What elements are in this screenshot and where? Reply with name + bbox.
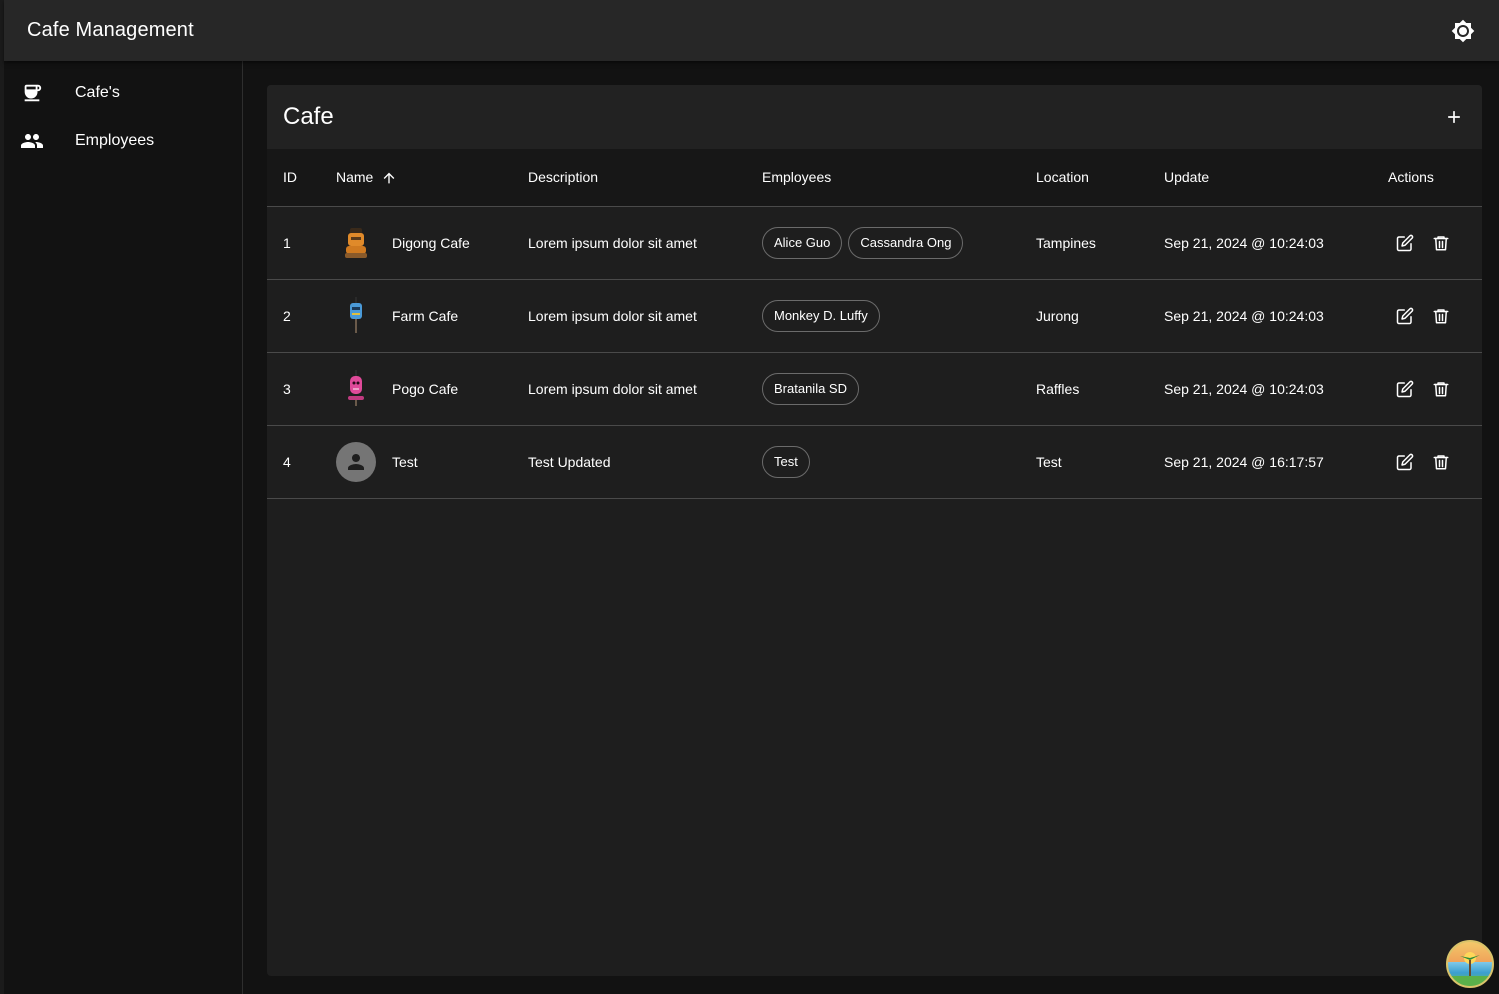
edit-icon (1396, 453, 1414, 470)
sidebar: Cafe's Employees (4, 61, 243, 994)
pink-robot-icon (336, 369, 376, 409)
cafe-table: ID Name Description Employees Location U… (267, 149, 1482, 499)
column-header-label: Employees (762, 169, 832, 186)
delete-button[interactable] (1429, 231, 1453, 255)
cell-employees: Alice Guo Cassandra Ong (762, 206, 1036, 280)
delete-button[interactable] (1429, 377, 1453, 401)
column-header-location[interactable]: Location (1036, 149, 1164, 207)
cafe-name: Test (392, 453, 418, 470)
cell-updated: Sep 21, 2024 @ 10:24:03 (1164, 279, 1388, 353)
column-header-label: Actions (1388, 169, 1434, 186)
cell-employees: Test (762, 425, 1036, 499)
cell-id: 2 (267, 279, 336, 353)
column-header-label: Name (336, 168, 374, 185)
cell-name: Farm Cafe (336, 279, 528, 353)
theme-toggle-button[interactable] (1451, 19, 1475, 43)
cell-updated: Sep 21, 2024 @ 10:24:03 (1164, 352, 1388, 426)
page-title: Cafe (283, 103, 334, 130)
edit-icon (1396, 380, 1414, 397)
person-avatar-icon (336, 441, 376, 482)
sidebar-item-label: Employees (75, 132, 155, 149)
cell-id: 4 (267, 425, 336, 499)
cell-id: 3 (267, 352, 336, 426)
employee-chip[interactable]: Monkey D. Luffy (762, 299, 880, 332)
people-icon (20, 129, 44, 153)
trash-icon (1433, 308, 1449, 323)
column-header-description[interactable]: Description (528, 149, 762, 207)
table-row: 1 Digong Cafe Lorem ipsum dolor sit amet… (267, 206, 1482, 280)
cell-name: Digong Cafe (336, 206, 528, 280)
edit-icon (1396, 234, 1414, 251)
blue-robot-icon (336, 296, 376, 336)
cell-actions (1388, 279, 1482, 353)
card-header: Cafe (267, 85, 1482, 149)
trash-icon (1433, 235, 1449, 250)
beach-avatar-icon (1448, 952, 1492, 986)
edit-icon (1396, 307, 1414, 324)
column-header-label: Update (1164, 169, 1210, 186)
delete-button[interactable] (1429, 450, 1453, 474)
cell-actions (1388, 352, 1482, 426)
employee-chip[interactable]: Cassandra Ong (848, 226, 964, 259)
cafe-card: Cafe ID Name Description Employees Locat… (267, 85, 1482, 976)
cell-employees: Bratanila SD (762, 352, 1036, 426)
cafe-name: Pogo Cafe (392, 380, 459, 397)
cell-actions (1388, 425, 1482, 499)
edit-button[interactable] (1393, 450, 1417, 474)
cell-description: Lorem ipsum dolor sit amet (528, 352, 762, 426)
column-header-update[interactable]: Update (1164, 149, 1388, 207)
employee-chip[interactable]: Alice Guo (762, 226, 843, 259)
edit-button[interactable] (1393, 304, 1417, 328)
app-title: Cafe Management (27, 19, 194, 41)
cell-updated: Sep 21, 2024 @ 16:17:57 (1164, 425, 1388, 499)
cell-location: Tampines (1036, 206, 1164, 280)
employee-chip[interactable]: Bratanila SD (762, 372, 859, 405)
cell-description: Test Updated (528, 425, 762, 499)
cell-location: Jurong (1036, 279, 1164, 353)
trash-icon (1433, 454, 1449, 469)
plus-icon (1448, 111, 1460, 123)
table-row: 3 Pogo Cafe Lorem ipsum dolor sit amet B… (267, 352, 1482, 426)
column-header-name[interactable]: Name (336, 149, 528, 207)
cell-description: Lorem ipsum dolor sit amet (528, 279, 762, 353)
delete-button[interactable] (1429, 304, 1453, 328)
edit-button[interactable] (1393, 231, 1417, 255)
trash-icon (1433, 381, 1449, 396)
cell-name: Pogo Cafe (336, 352, 528, 426)
sort-ascending-icon[interactable] (381, 170, 397, 186)
column-header-label: Description (528, 169, 599, 186)
brightness-icon (1451, 19, 1475, 42)
table-row: 2 Farm Cafe Lorem ipsum dolor sit amet M… (267, 279, 1482, 353)
employee-chip[interactable]: Test (762, 445, 810, 478)
cell-updated: Sep 21, 2024 @ 10:24:03 (1164, 206, 1388, 280)
cafe-name: Digong Cafe (392, 234, 470, 251)
column-header-id[interactable]: ID (267, 149, 336, 207)
cell-location: Test (1036, 425, 1164, 499)
coffee-icon (20, 81, 44, 105)
table-row: 4 Test Test Updated Test Test Sep 21, 20… (267, 425, 1482, 499)
cell-employees: Monkey D. Luffy (762, 279, 1036, 353)
sidebar-item-cafes[interactable]: Cafe's (4, 69, 242, 117)
cell-location: Raffles (1036, 352, 1164, 426)
sidebar-item-label: Cafe's (75, 84, 120, 101)
edit-button[interactable] (1393, 377, 1417, 401)
column-header-actions: Actions (1388, 149, 1482, 207)
column-header-label: Location (1036, 169, 1089, 186)
cell-description: Lorem ipsum dolor sit amet (528, 206, 762, 280)
orange-robot-icon (336, 223, 376, 263)
sidebar-item-employees[interactable]: Employees (4, 117, 242, 165)
column-header-label: ID (283, 169, 297, 186)
cafe-name: Farm Cafe (392, 307, 459, 324)
table-header-row: ID Name Description Employees Location U… (267, 149, 1482, 207)
cell-id: 1 (267, 206, 336, 280)
floating-avatar-button[interactable] (1446, 940, 1494, 988)
add-cafe-button[interactable] (1442, 105, 1466, 129)
column-header-employees[interactable]: Employees (762, 149, 1036, 207)
app-bar: Cafe Management (4, 0, 1499, 61)
cell-name: Test (336, 425, 528, 499)
cell-actions (1388, 206, 1482, 280)
